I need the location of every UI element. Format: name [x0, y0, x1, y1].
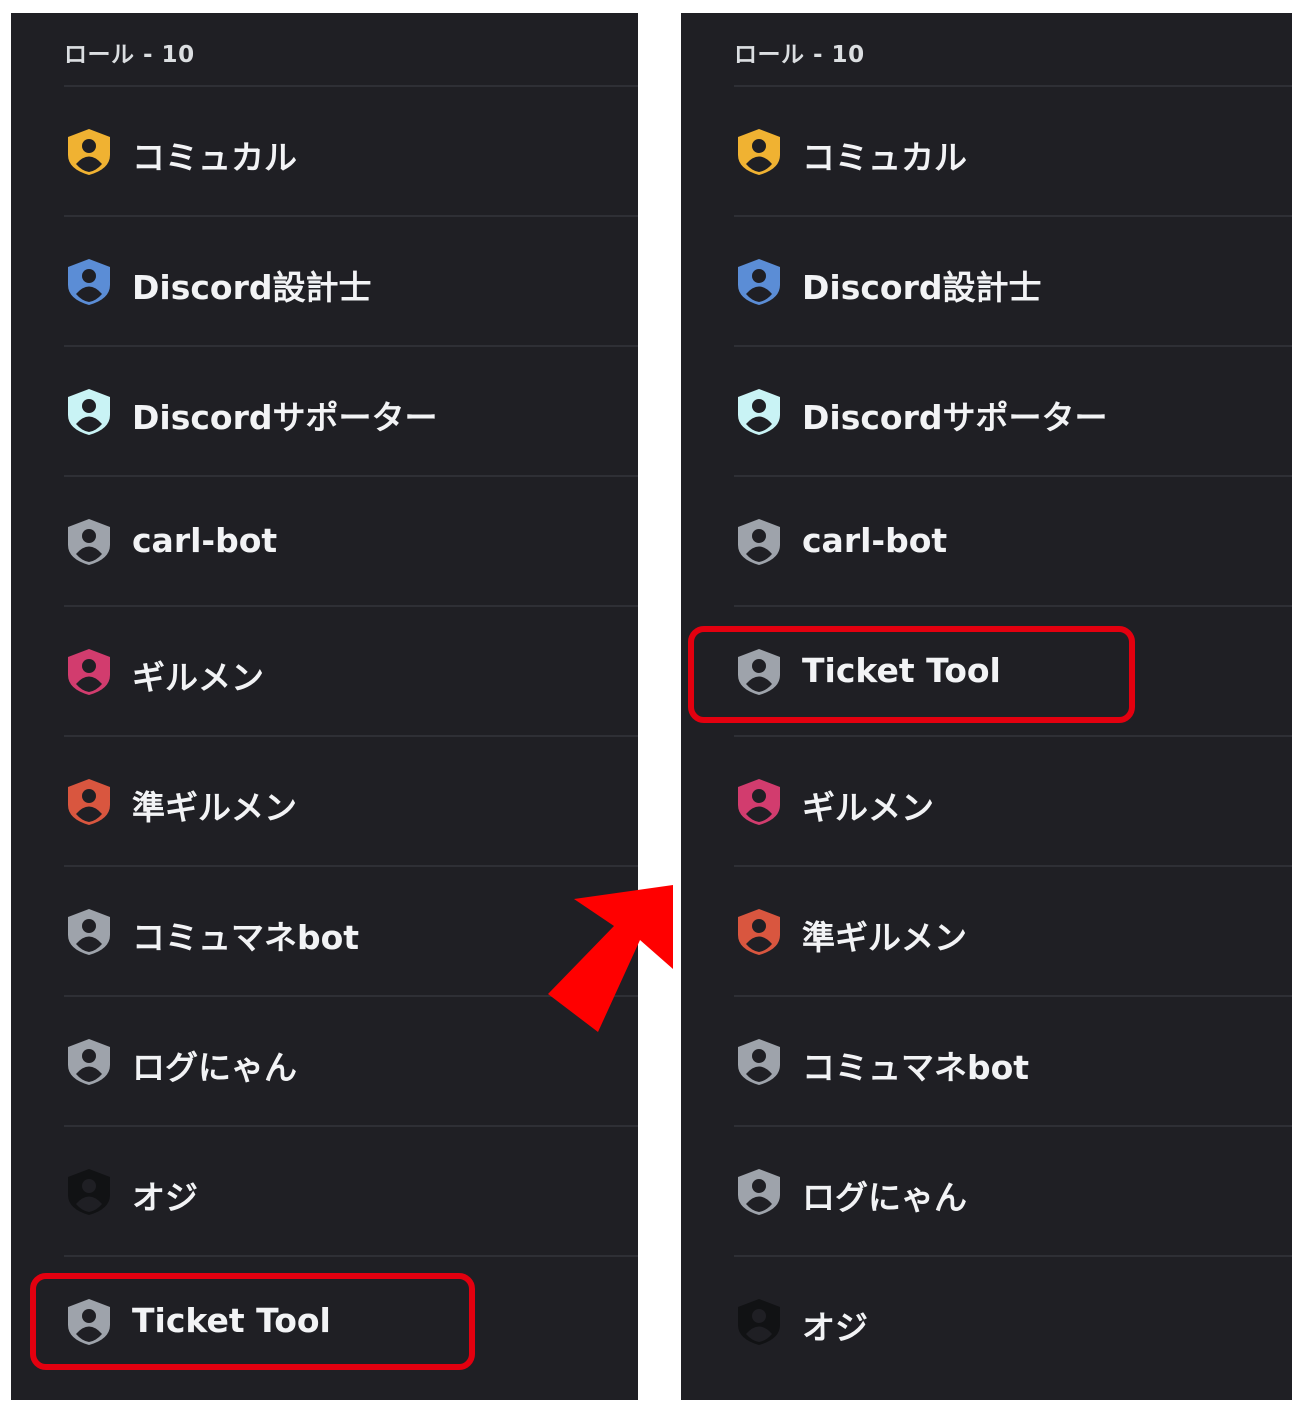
ticket-tool-highlight-box [688, 626, 1135, 723]
role-row[interactable]: オジ [734, 1255, 1292, 1385]
role-name: ログにゃん [132, 1048, 297, 1087]
role-name: carl-bot [802, 521, 948, 560]
role-name: コミュカル [132, 138, 297, 177]
role-name: コミュマネbot [132, 918, 360, 957]
role-row[interactable]: Discordサポーター [64, 345, 638, 475]
role-row[interactable]: コミュカル [64, 85, 638, 215]
role-row[interactable]: carl-bot [64, 475, 638, 605]
role-name: Discordサポーター [132, 398, 438, 437]
role-name: ギルメン [802, 788, 934, 827]
role-count-header: ロール - 10 [734, 42, 865, 68]
role-name: コミュマネbot [802, 1048, 1030, 1087]
role-row[interactable]: ログにゃん [734, 1125, 1292, 1255]
role-row[interactable]: Discord設計士 [64, 215, 638, 345]
role-row[interactable]: Discordサポーター [734, 345, 1292, 475]
move-up-arrow-icon [548, 885, 673, 1032]
role-name: Discord設計士 [132, 268, 372, 307]
role-list-panel-before: ロール - 10 コミュカル Discord設計士 Discordサポーター carl… [11, 13, 638, 1400]
role-row[interactable]: 準ギルメン [64, 735, 638, 865]
role-name: Discord設計士 [802, 268, 1042, 307]
role-row[interactable]: 準ギルメン [734, 865, 1292, 995]
role-row[interactable]: carl-bot [734, 475, 1292, 605]
role-row[interactable]: Discord設計士 [734, 215, 1292, 345]
role-row[interactable]: コミュカル [734, 85, 1292, 215]
role-name: Discordサポーター [802, 398, 1108, 437]
role-row[interactable]: コミュマネbot [734, 995, 1292, 1125]
role-row[interactable]: オジ [64, 1125, 638, 1255]
role-name: オジ [802, 1308, 868, 1347]
role-name: ログにゃん [802, 1178, 967, 1217]
role-name: 準ギルメン [132, 788, 297, 827]
role-row[interactable]: ギルメン [64, 605, 638, 735]
role-name: carl-bot [132, 521, 278, 560]
role-name: コミュカル [802, 138, 967, 177]
role-row[interactable]: ギルメン [734, 735, 1292, 865]
role-name: 準ギルメン [802, 918, 967, 957]
role-name: オジ [132, 1178, 198, 1217]
ticket-tool-highlight-box [30, 1273, 475, 1370]
role-name: ギルメン [132, 658, 264, 697]
role-count-header: ロール - 10 [64, 42, 195, 68]
